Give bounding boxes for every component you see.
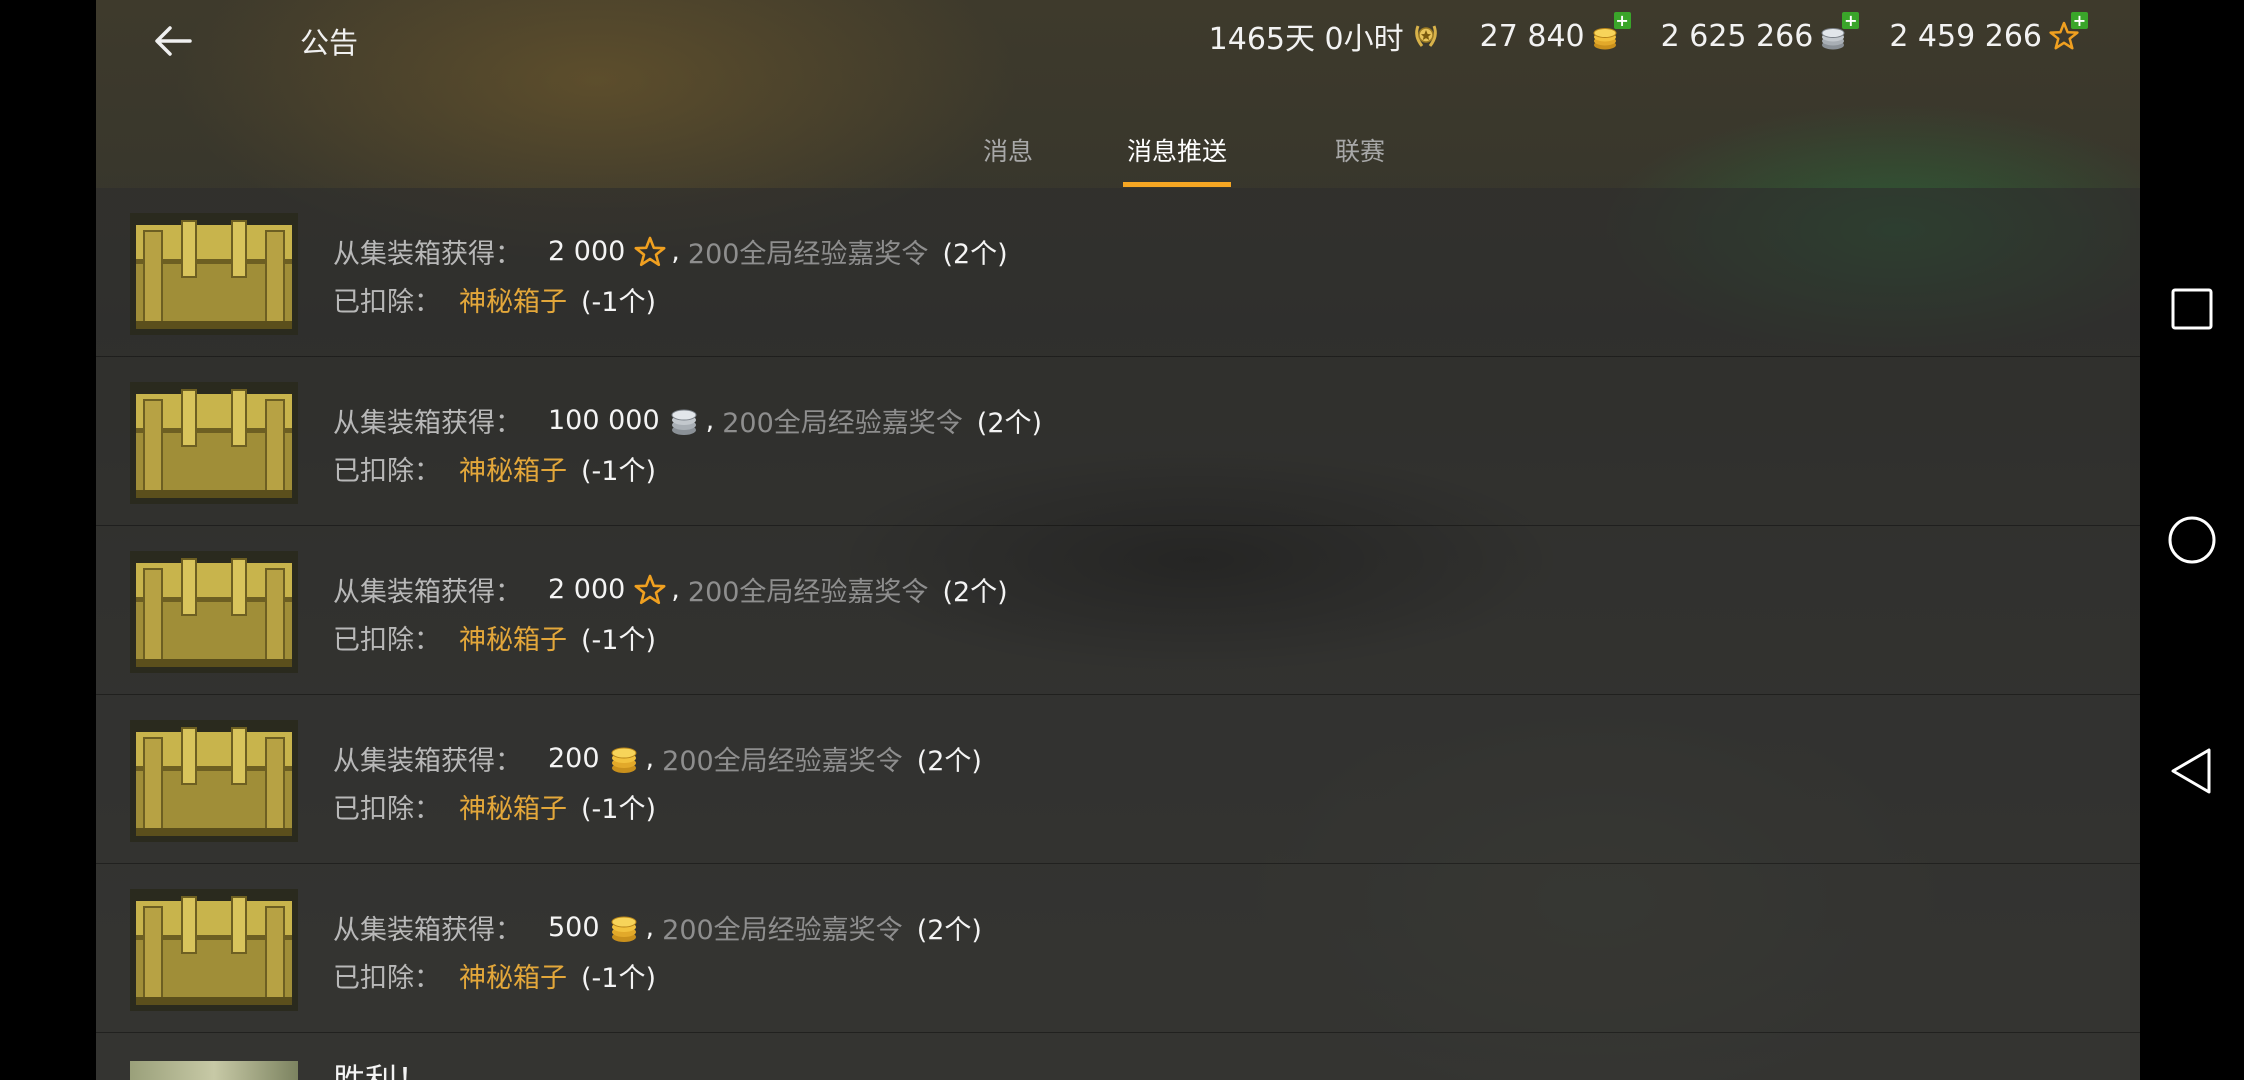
nav-back-icon[interactable] bbox=[2165, 744, 2219, 798]
tab-messages[interactable]: 消息 bbox=[972, 132, 1044, 168]
add-free-xp-plus-icon[interactable]: + bbox=[2071, 12, 2088, 29]
premium-laurel-icon bbox=[1410, 20, 1442, 52]
message-row[interactable]: 从集装箱获得： 500, 200全局经验嘉奖令 (2个) 已扣除： 神秘箱子 (-1个) bbox=[96, 864, 2140, 1033]
container-chest-image bbox=[130, 382, 298, 504]
reward-amount: 2 000 bbox=[548, 236, 626, 267]
silver-coins-icon: + bbox=[1819, 12, 1860, 52]
reward-amount: 500 bbox=[548, 912, 600, 943]
deducted-line: 已扣除： 神秘箱子 (-1个) bbox=[333, 618, 656, 657]
received-line: 从集装箱获得： 2 000, 200全局经验嘉奖令 (2个) bbox=[333, 232, 1008, 271]
reward-item-count: (2个) bbox=[916, 746, 982, 777]
message-row[interactable]: 从集装箱获得： 2 000, 200全局经验嘉奖令 (2个) 已扣除： 神秘箱子 (-1个) bbox=[96, 188, 2140, 357]
deducted-label: 已扣除： bbox=[333, 287, 441, 318]
silver-balance-value: 2 625 266 bbox=[1660, 18, 1814, 54]
received-line: 从集装箱获得： 100 000, 200全局经验嘉奖令 (2个) bbox=[333, 401, 1042, 440]
reward-item-count: (2个) bbox=[916, 915, 982, 946]
premium-time[interactable]: 1465天 0小时 bbox=[1209, 14, 1442, 58]
container-chest-image bbox=[130, 720, 298, 842]
tab-league[interactable]: 联赛 bbox=[1324, 132, 1396, 168]
gold-coins-icon bbox=[611, 747, 637, 773]
message-row[interactable]: 胜利！ bbox=[96, 1033, 2140, 1080]
deducted-item-name: 神秘箱子 bbox=[459, 963, 567, 994]
battle-thumbnail-image bbox=[130, 1061, 298, 1080]
reward-item-name: 200全局经验嘉奖令 bbox=[687, 239, 929, 270]
received-label: 从集装箱获得： bbox=[333, 577, 522, 608]
deducted-item-name: 神秘箱子 bbox=[459, 794, 567, 825]
deducted-line: 已扣除： 神秘箱子 (-1个) bbox=[333, 956, 656, 995]
deducted-label: 已扣除： bbox=[333, 456, 441, 487]
reward-item-name: 200全局经验嘉奖令 bbox=[662, 746, 903, 777]
gold-balance-value: 27 840 bbox=[1479, 18, 1585, 54]
received-line: 从集装箱获得： 200, 200全局经验嘉奖令 (2个) bbox=[333, 739, 982, 778]
container-chest-image bbox=[130, 889, 298, 1011]
deducted-item-count: (-1个) bbox=[581, 287, 656, 318]
message-row[interactable]: 从集装箱获得： 100 000, 200全局经验嘉奖令 (2个) 已扣除： 神秘箱子 (-1… bbox=[96, 357, 2140, 526]
reward-item-count: (2个) bbox=[976, 408, 1043, 439]
container-chest-image bbox=[130, 551, 298, 673]
free-xp-star-icon bbox=[634, 574, 666, 604]
reward-item-name: 200全局经验嘉奖令 bbox=[662, 915, 903, 946]
reward-amount: 100 000 bbox=[548, 405, 660, 436]
back-arrow-icon[interactable] bbox=[146, 14, 200, 68]
received-label: 从集装箱获得： bbox=[333, 408, 522, 439]
home-icon[interactable] bbox=[2165, 513, 2219, 567]
deducted-line: 已扣除： 神秘箱子 (-1个) bbox=[333, 787, 656, 826]
separator-comma: , bbox=[671, 574, 680, 605]
app-window: 公告 1465天 0小时 27 840 + 2 625 266 + 2 459 … bbox=[96, 0, 2140, 1080]
gold-coins-icon bbox=[611, 916, 637, 942]
tab-bar: 消息 消息推送 联赛 bbox=[96, 128, 2140, 187]
deducted-label: 已扣除： bbox=[333, 794, 441, 825]
deducted-line: 已扣除： 神秘箱子 (-1个) bbox=[333, 280, 656, 319]
deducted-item-name: 神秘箱子 bbox=[459, 456, 567, 487]
premium-time-value: 1465天 0小时 bbox=[1208, 22, 1404, 57]
free-xp-balance[interactable]: 2 459 266 + bbox=[1889, 12, 2088, 54]
separator-comma: , bbox=[645, 912, 655, 943]
free-xp-balance-value: 2 459 266 bbox=[1889, 18, 2042, 54]
received-label: 从集装箱获得： bbox=[333, 239, 522, 270]
resource-bar: 1465天 0小时 27 840 + 2 625 266 + 2 459 266… bbox=[1209, 12, 2088, 58]
deducted-item-count: (-1个) bbox=[581, 963, 656, 994]
reward-item-name: 200全局经验嘉奖令 bbox=[687, 577, 929, 608]
victory-title: 胜利！ bbox=[333, 1061, 430, 1080]
received-label: 从集装箱获得： bbox=[333, 915, 522, 946]
reward-item-count: (2个) bbox=[942, 577, 1008, 608]
page-title: 公告 bbox=[300, 26, 359, 60]
recent-apps-icon[interactable] bbox=[2165, 282, 2219, 336]
deducted-line: 已扣除： 神秘箱子 (-1个) bbox=[333, 449, 656, 488]
deducted-label: 已扣除： bbox=[333, 625, 441, 656]
reward-amount: 2 000 bbox=[548, 574, 626, 605]
received-label: 从集装箱获得： bbox=[333, 746, 522, 777]
silver-balance[interactable]: 2 625 266 + bbox=[1660, 12, 1860, 54]
separator-comma: , bbox=[705, 405, 715, 436]
separator-comma: , bbox=[671, 236, 680, 267]
reward-amount: 200 bbox=[548, 743, 600, 774]
message-list[interactable]: 从集装箱获得： 2 000, 200全局经验嘉奖令 (2个) 已扣除： 神秘箱子 (-1个)… bbox=[96, 188, 2140, 1080]
free-xp-star-icon: + bbox=[2048, 12, 2088, 52]
gold-balance[interactable]: 27 840 + bbox=[1479, 12, 1631, 54]
deducted-item-count: (-1个) bbox=[581, 625, 656, 656]
message-row[interactable]: 从集装箱获得： 2 000, 200全局经验嘉奖令 (2个) 已扣除： 神秘箱子 (-1个) bbox=[96, 526, 2140, 695]
received-line: 从集装箱获得： 2 000, 200全局经验嘉奖令 (2个) bbox=[333, 570, 1008, 609]
reward-item-count: (2个) bbox=[942, 239, 1008, 270]
silver-coins-icon bbox=[671, 409, 697, 435]
message-row[interactable]: 从集装箱获得： 200, 200全局经验嘉奖令 (2个) 已扣除： 神秘箱子 (-1个) bbox=[96, 695, 2140, 864]
active-tab-indicator bbox=[1123, 182, 1231, 187]
tab-message-push[interactable]: 消息推送 bbox=[1123, 132, 1231, 168]
gold-coins-icon: + bbox=[1591, 12, 1631, 52]
deducted-label: 已扣除： bbox=[333, 963, 441, 994]
free-xp-star-icon bbox=[634, 236, 666, 266]
deducted-item-name: 神秘箱子 bbox=[459, 287, 567, 318]
received-line: 从集装箱获得： 500, 200全局经验嘉奖令 (2个) bbox=[333, 908, 982, 947]
deducted-item-name: 神秘箱子 bbox=[459, 625, 567, 656]
separator-comma: , bbox=[645, 743, 655, 774]
deducted-item-count: (-1个) bbox=[581, 794, 656, 825]
add-gold-plus-icon[interactable]: + bbox=[1613, 12, 1631, 29]
container-chest-image bbox=[130, 213, 298, 335]
reward-item-name: 200全局经验嘉奖令 bbox=[722, 408, 963, 439]
deducted-item-count: (-1个) bbox=[581, 456, 656, 487]
add-silver-plus-icon[interactable]: + bbox=[1842, 12, 1860, 29]
